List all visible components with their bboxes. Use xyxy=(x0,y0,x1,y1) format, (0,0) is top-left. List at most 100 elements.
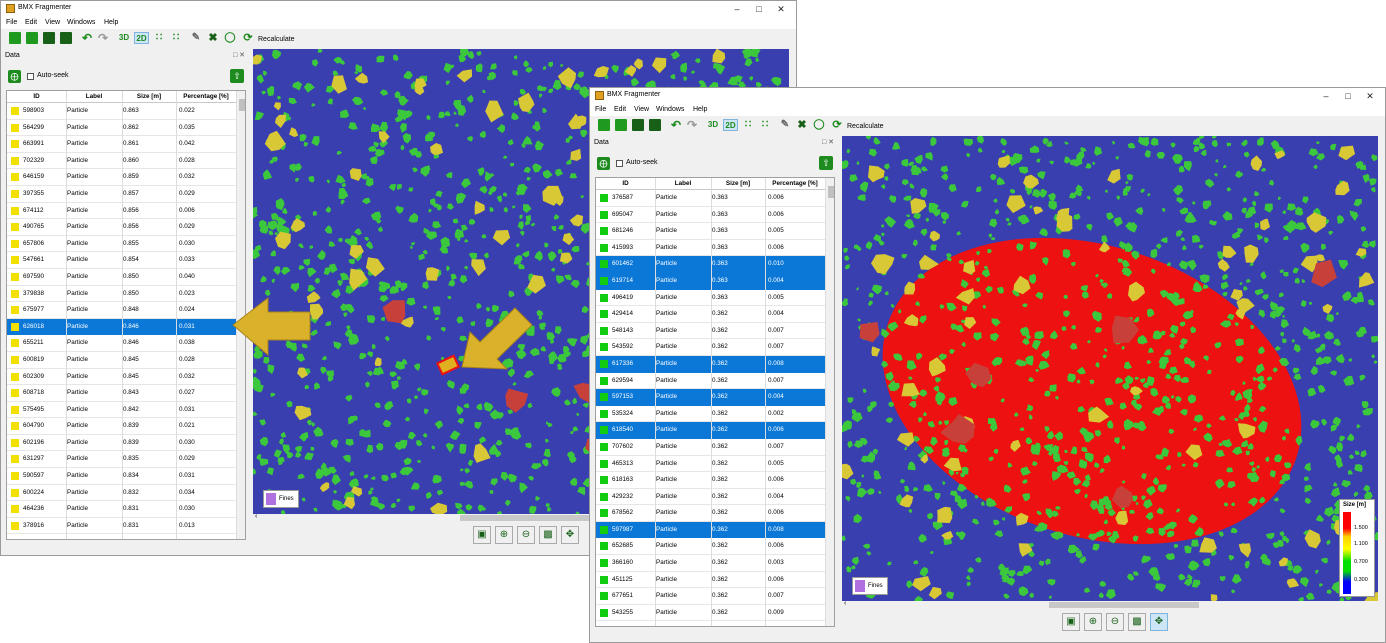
autoseek-checkbox[interactable] xyxy=(27,73,34,80)
cell-size: 0.831 xyxy=(123,521,139,529)
save-as-icon[interactable] xyxy=(60,32,72,44)
view-3d-button[interactable]: 3D xyxy=(117,32,131,44)
zoom-out-icon[interactable]: ⊖ xyxy=(517,526,535,544)
scrollbar-thumb[interactable] xyxy=(239,99,245,111)
cell-label: Particle xyxy=(67,107,88,114)
particles-icon[interactable]: ∷ xyxy=(742,119,754,131)
eraser-icon[interactable]: ✎ xyxy=(779,119,791,131)
menu-edit[interactable]: Edit xyxy=(25,19,37,26)
menu-file[interactable]: File xyxy=(595,106,606,113)
col-label[interactable]: Label xyxy=(655,180,711,187)
cell-size: 0.850 xyxy=(123,289,139,297)
view-3d-button[interactable]: 3D xyxy=(706,119,720,131)
recalculate-icon[interactable]: ⟳ xyxy=(831,119,843,131)
menu-windows[interactable]: Windows xyxy=(67,19,95,26)
seek-particle-icon[interactable]: ⨁ xyxy=(597,157,610,170)
col-size[interactable]: Size [m] xyxy=(122,93,176,100)
particles-icon[interactable]: ∷ xyxy=(153,32,165,44)
delete-icon[interactable]: ✖ xyxy=(207,32,219,44)
cell-id: 619714 xyxy=(612,276,634,284)
menu-view[interactable]: View xyxy=(634,106,649,113)
cell-size: 0.848 xyxy=(123,306,139,314)
seek-particle-icon[interactable]: ⨁ xyxy=(8,70,21,83)
scrollbar-thumb[interactable] xyxy=(460,515,610,521)
pan-icon[interactable]: ✥ xyxy=(1150,613,1168,631)
save-icon[interactable] xyxy=(632,119,644,131)
panel-float-close-icons[interactable]: □ ✕ xyxy=(822,138,834,146)
zoom-out-icon[interactable]: ⊖ xyxy=(1106,613,1124,631)
scroll-left-icon[interactable]: ‹ xyxy=(844,600,846,607)
cell-label: Particle xyxy=(656,525,677,533)
recalculate-label[interactable]: Recalculate xyxy=(847,123,884,130)
open-folder-icon[interactable] xyxy=(9,32,21,44)
particles-outline-icon[interactable]: ∷ xyxy=(170,32,182,44)
autoseek-checkbox[interactable] xyxy=(616,160,623,167)
close-icon[interactable]: ✕ xyxy=(1359,89,1381,103)
undo-icon[interactable]: ↶ xyxy=(81,32,93,44)
maximize-icon[interactable]: □ xyxy=(1337,89,1359,103)
cell-percentage: 0.005 xyxy=(768,459,784,467)
autoseek-label[interactable]: Auto-seek xyxy=(37,72,69,79)
table-scrollbar[interactable] xyxy=(825,178,834,626)
zoom-in-icon[interactable]: ⊕ xyxy=(1084,613,1102,631)
autoseek-label[interactable]: Auto-seek xyxy=(626,159,658,166)
menu-help[interactable]: Help xyxy=(104,19,118,26)
delete-icon[interactable]: ✖ xyxy=(796,119,808,131)
close-icon[interactable]: ✕ xyxy=(770,2,792,16)
cell-label: Particle xyxy=(67,239,88,247)
save-as-icon[interactable] xyxy=(649,119,661,131)
fit-view-icon[interactable]: ▣ xyxy=(1062,613,1080,631)
zoom-region-icon[interactable]: ▩ xyxy=(1128,613,1146,631)
lasso-icon[interactable]: ◯ xyxy=(813,119,825,131)
save-icon[interactable] xyxy=(43,32,55,44)
menu-edit[interactable]: Edit xyxy=(614,106,626,113)
redo-icon[interactable]: ↷ xyxy=(97,32,109,44)
fit-view-icon[interactable]: ▣ xyxy=(473,526,491,544)
eraser-icon[interactable]: ✎ xyxy=(190,32,202,44)
scrollbar-thumb[interactable] xyxy=(828,186,834,198)
cell-label: Particle xyxy=(67,422,88,430)
maximize-icon[interactable]: □ xyxy=(748,2,770,16)
open-project-icon[interactable] xyxy=(615,119,627,131)
cell-label: Particle xyxy=(656,276,677,284)
pan-icon[interactable]: ✥ xyxy=(561,526,579,544)
zoom-region-icon[interactable]: ▩ xyxy=(539,526,557,544)
cell-label: Particle xyxy=(67,189,88,197)
col-percentage[interactable]: Percentage [%] xyxy=(176,93,236,100)
export-icon[interactable]: ⇧ xyxy=(819,156,833,170)
col-size[interactable]: Size [m] xyxy=(711,180,765,187)
col-label[interactable]: Label xyxy=(66,93,122,100)
column-divider xyxy=(765,178,766,626)
col-id[interactable]: ID xyxy=(7,93,66,100)
recalculate-icon[interactable]: ⟳ xyxy=(242,32,254,44)
minimize-icon[interactable]: – xyxy=(726,2,748,16)
cell-id: 543592 xyxy=(612,343,634,351)
table-scrollbar[interactable] xyxy=(236,91,245,539)
panel-float-close-icons[interactable]: □ ✕ xyxy=(233,51,245,59)
view-2d-button[interactable]: 2D xyxy=(723,119,738,131)
scroll-left-icon[interactable]: ‹ xyxy=(255,513,257,520)
minimize-icon[interactable]: – xyxy=(1315,89,1337,103)
menu-windows[interactable]: Windows xyxy=(656,106,684,113)
scrollbar-thumb[interactable] xyxy=(1049,602,1199,608)
zoom-in-icon[interactable]: ⊕ xyxy=(495,526,513,544)
menu-file[interactable]: File xyxy=(6,19,17,26)
recalculate-label[interactable]: Recalculate xyxy=(258,36,295,43)
view-2d-button[interactable]: 2D xyxy=(134,32,149,44)
image-viewer[interactable]: Fines Size [m] 1.500 1.100 0.700 0.300 xyxy=(842,136,1378,601)
open-folder-icon[interactable] xyxy=(598,119,610,131)
lasso-icon[interactable]: ◯ xyxy=(224,32,236,44)
viewer-horizontal-scrollbar[interactable]: ‹ xyxy=(842,600,1378,609)
cell-id: 695047 xyxy=(612,210,634,218)
menu-view[interactable]: View xyxy=(45,19,60,26)
col-id[interactable]: ID xyxy=(596,180,655,187)
undo-icon[interactable]: ↶ xyxy=(670,119,682,131)
open-project-icon[interactable] xyxy=(26,32,38,44)
export-icon[interactable]: ⇧ xyxy=(230,69,244,83)
fragmentation-image[interactable] xyxy=(842,136,1378,601)
col-percentage[interactable]: Percentage [%] xyxy=(765,180,825,187)
redo-icon[interactable]: ↷ xyxy=(686,119,698,131)
particles-outline-icon[interactable]: ∷ xyxy=(759,119,771,131)
cell-id: 629594 xyxy=(612,376,634,384)
menu-help[interactable]: Help xyxy=(693,106,707,113)
